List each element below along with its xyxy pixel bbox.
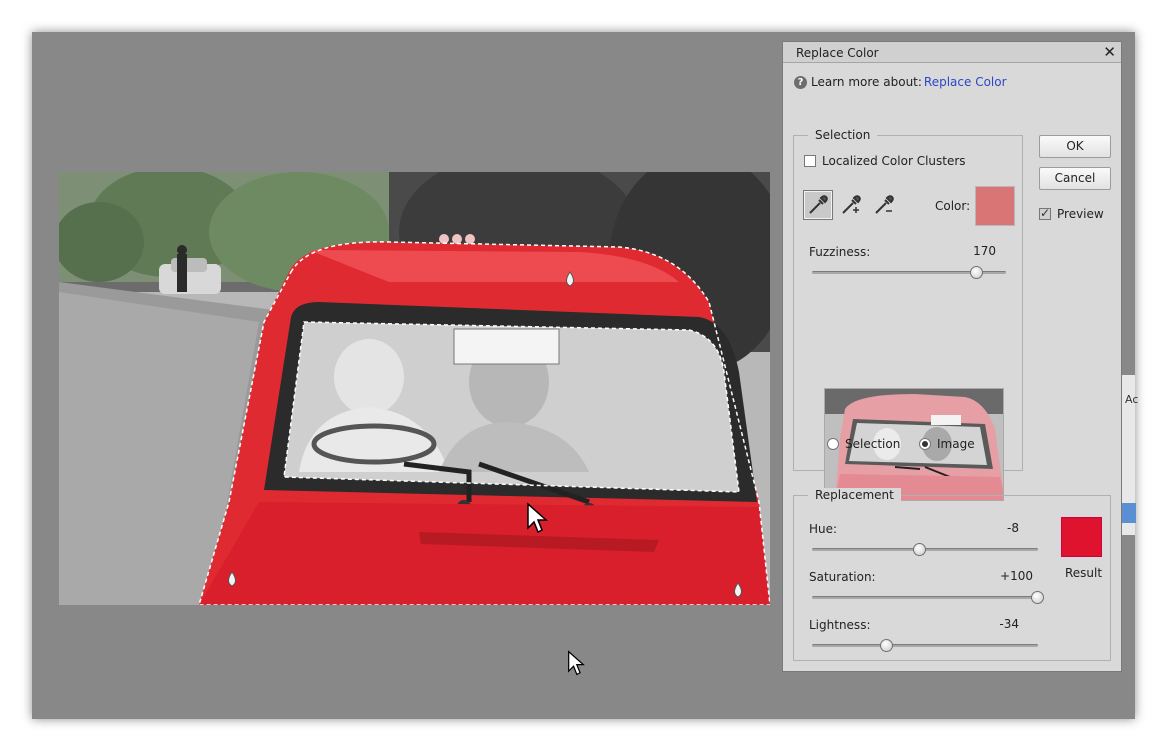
preview-checkbox[interactable] [1039, 206, 1051, 220]
radio-selection-row[interactable]: Selection [827, 437, 900, 451]
help-row: ? Learn more about: Replace Color [794, 75, 1007, 89]
localized-clusters-checkbox[interactable] [804, 155, 816, 167]
help-prefix: Learn more about: [811, 75, 922, 89]
photo-image[interactable] [59, 172, 770, 605]
localized-clusters-row[interactable]: Localized Color Clusters [804, 154, 966, 168]
radio-image-row[interactable]: Image [919, 437, 975, 451]
lightness-slider[interactable] [812, 644, 1038, 647]
color-label: Color: [935, 199, 971, 213]
radio-selection-label: Selection [845, 437, 901, 451]
selection-color-swatch[interactable] [975, 186, 1015, 226]
replacement-group: Replacement Hue: -8 Saturation: +100 Lig… [793, 488, 1111, 661]
preview-checkbox-row[interactable]: Preview [1039, 206, 1104, 221]
cancel-button[interactable]: Cancel [1039, 167, 1111, 190]
saturation-value: +100 [1000, 569, 1033, 583]
hue-value: -8 [1007, 521, 1019, 535]
selection-group: Selection Localized Color Clusters Color… [793, 128, 1023, 501]
saturation-slider[interactable] [812, 596, 1038, 599]
radio-selection[interactable] [827, 438, 839, 450]
lightness-slider-thumb[interactable] [879, 639, 893, 652]
dialog-titlebar[interactable]: Replace Color ✕ [783, 42, 1121, 63]
close-icon[interactable]: ✕ [1103, 43, 1116, 61]
side-panel-selected-row[interactable] [1122, 503, 1136, 523]
replacement-group-label: Replacement [808, 488, 901, 502]
saturation-slider-thumb[interactable] [1031, 591, 1044, 604]
eyedropper-minus-icon[interactable] [869, 190, 899, 220]
mouse-cursor-icon [527, 502, 548, 534]
mouse-cursor-icon [568, 650, 585, 676]
eyedropper-icon[interactable] [803, 190, 833, 220]
localized-clusters-label: Localized Color Clusters [822, 154, 966, 168]
selection-group-label: Selection [808, 128, 878, 142]
result-color-swatch[interactable] [1061, 517, 1102, 557]
lightness-value: -34 [999, 617, 1019, 631]
fuzziness-value: 170 [973, 244, 996, 258]
preview-label: Preview [1057, 207, 1104, 221]
saturation-label: Saturation: [809, 570, 876, 584]
lightness-label: Lightness: [809, 618, 871, 632]
dialog-title: Replace Color [796, 46, 879, 60]
radio-image-label: Image [937, 437, 975, 451]
side-panel-label: Ac [1125, 393, 1139, 406]
side-panel-fragment: Ac [1121, 375, 1139, 535]
result-label: Result [1065, 566, 1103, 580]
help-link[interactable]: Replace Color [924, 75, 1007, 89]
hue-slider-thumb[interactable] [913, 543, 927, 556]
fuzziness-label: Fuzziness: [809, 245, 871, 259]
hue-label: Hue: [809, 522, 838, 536]
help-icon: ? [794, 75, 807, 89]
fuzziness-slider-thumb[interactable] [969, 266, 983, 279]
replace-color-dialog: Replace Color ✕ ? Learn more about: Repl… [782, 41, 1122, 672]
radio-image[interactable] [919, 438, 931, 450]
eyedropper-plus-icon[interactable] [836, 190, 866, 220]
ok-button[interactable]: OK [1039, 135, 1111, 158]
